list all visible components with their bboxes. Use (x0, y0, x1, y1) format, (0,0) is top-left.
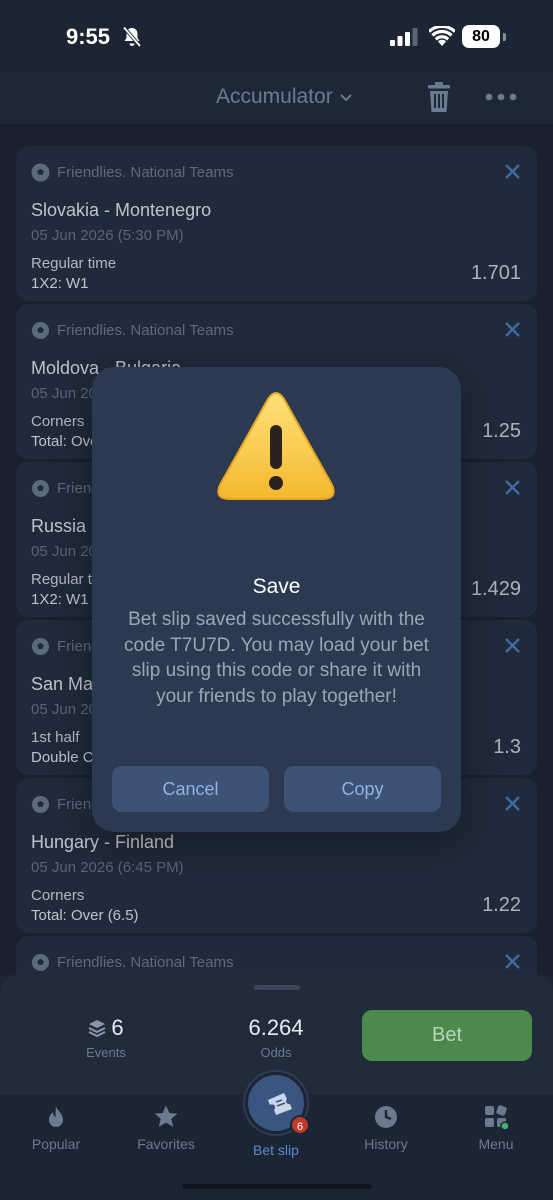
tab-menu-label: Menu (478, 1136, 514, 1152)
home-indicator (182, 1184, 372, 1189)
battery-indicator: 80 (462, 25, 506, 48)
bet-slip-badge: 6 (290, 1115, 310, 1135)
battery-level: 80 (462, 25, 500, 48)
battery-tip (503, 33, 506, 41)
copy-button[interactable]: Copy (284, 766, 441, 812)
bet-type-dropdown[interactable]: Accumulator (216, 85, 353, 109)
chevron-down-icon (340, 94, 352, 102)
tab-popular-label: Popular (31, 1136, 81, 1152)
app-header: Accumulator (0, 72, 553, 124)
grid-menu-icon (485, 1105, 509, 1130)
wifi-icon (429, 26, 455, 46)
signal-icon (390, 28, 418, 46)
save-dialog: Save Bet slip saved successfully with th… (92, 367, 461, 832)
total-odds-value: 6.264 (248, 1015, 304, 1040)
ticket-icon (268, 1093, 292, 1115)
tab-menu[interactable]: Menu (446, 1104, 546, 1152)
tab-favorites[interactable]: Favorites (116, 1104, 216, 1152)
bet-type-label: Accumulator (216, 85, 333, 108)
tab-history-label: History (364, 1136, 408, 1152)
place-bet-button[interactable]: Bet (362, 1010, 532, 1061)
cancel-button[interactable]: Cancel (112, 766, 269, 812)
drag-handle[interactable] (254, 985, 300, 990)
events-label: Events (86, 1045, 126, 1060)
status-time: 9:55 (66, 24, 111, 49)
tab-favorites-label: Favorites (137, 1136, 195, 1152)
total-odds: 6.264 Odds (240, 1015, 312, 1060)
bell-off-icon (122, 26, 142, 48)
dialog-message: Bet slip saved successfully with the cod… (124, 609, 429, 707)
events-count: 6 (111, 1015, 124, 1040)
clock-icon (375, 1106, 397, 1128)
tab-popular[interactable]: Popular (6, 1104, 106, 1152)
tab-bet-slip-label: Bet slip (253, 1142, 299, 1158)
layers-icon (88, 1020, 106, 1037)
tab-history[interactable]: History (336, 1104, 436, 1152)
star-icon (154, 1105, 178, 1127)
dialog-title: Save (252, 575, 301, 598)
flame-icon (49, 1106, 63, 1127)
total-odds-label: Odds (260, 1045, 292, 1060)
tab-bet-slip[interactable]: 6 Bet slip (226, 1072, 326, 1158)
warning-icon (217, 392, 335, 500)
events-counter: 6 Events (84, 1015, 128, 1060)
more-options-icon[interactable] (485, 92, 517, 102)
status-bar: 9:55 80 (0, 0, 553, 72)
trash-icon[interactable] (428, 82, 450, 112)
bet-slip-circle: 6 (245, 1072, 310, 1135)
